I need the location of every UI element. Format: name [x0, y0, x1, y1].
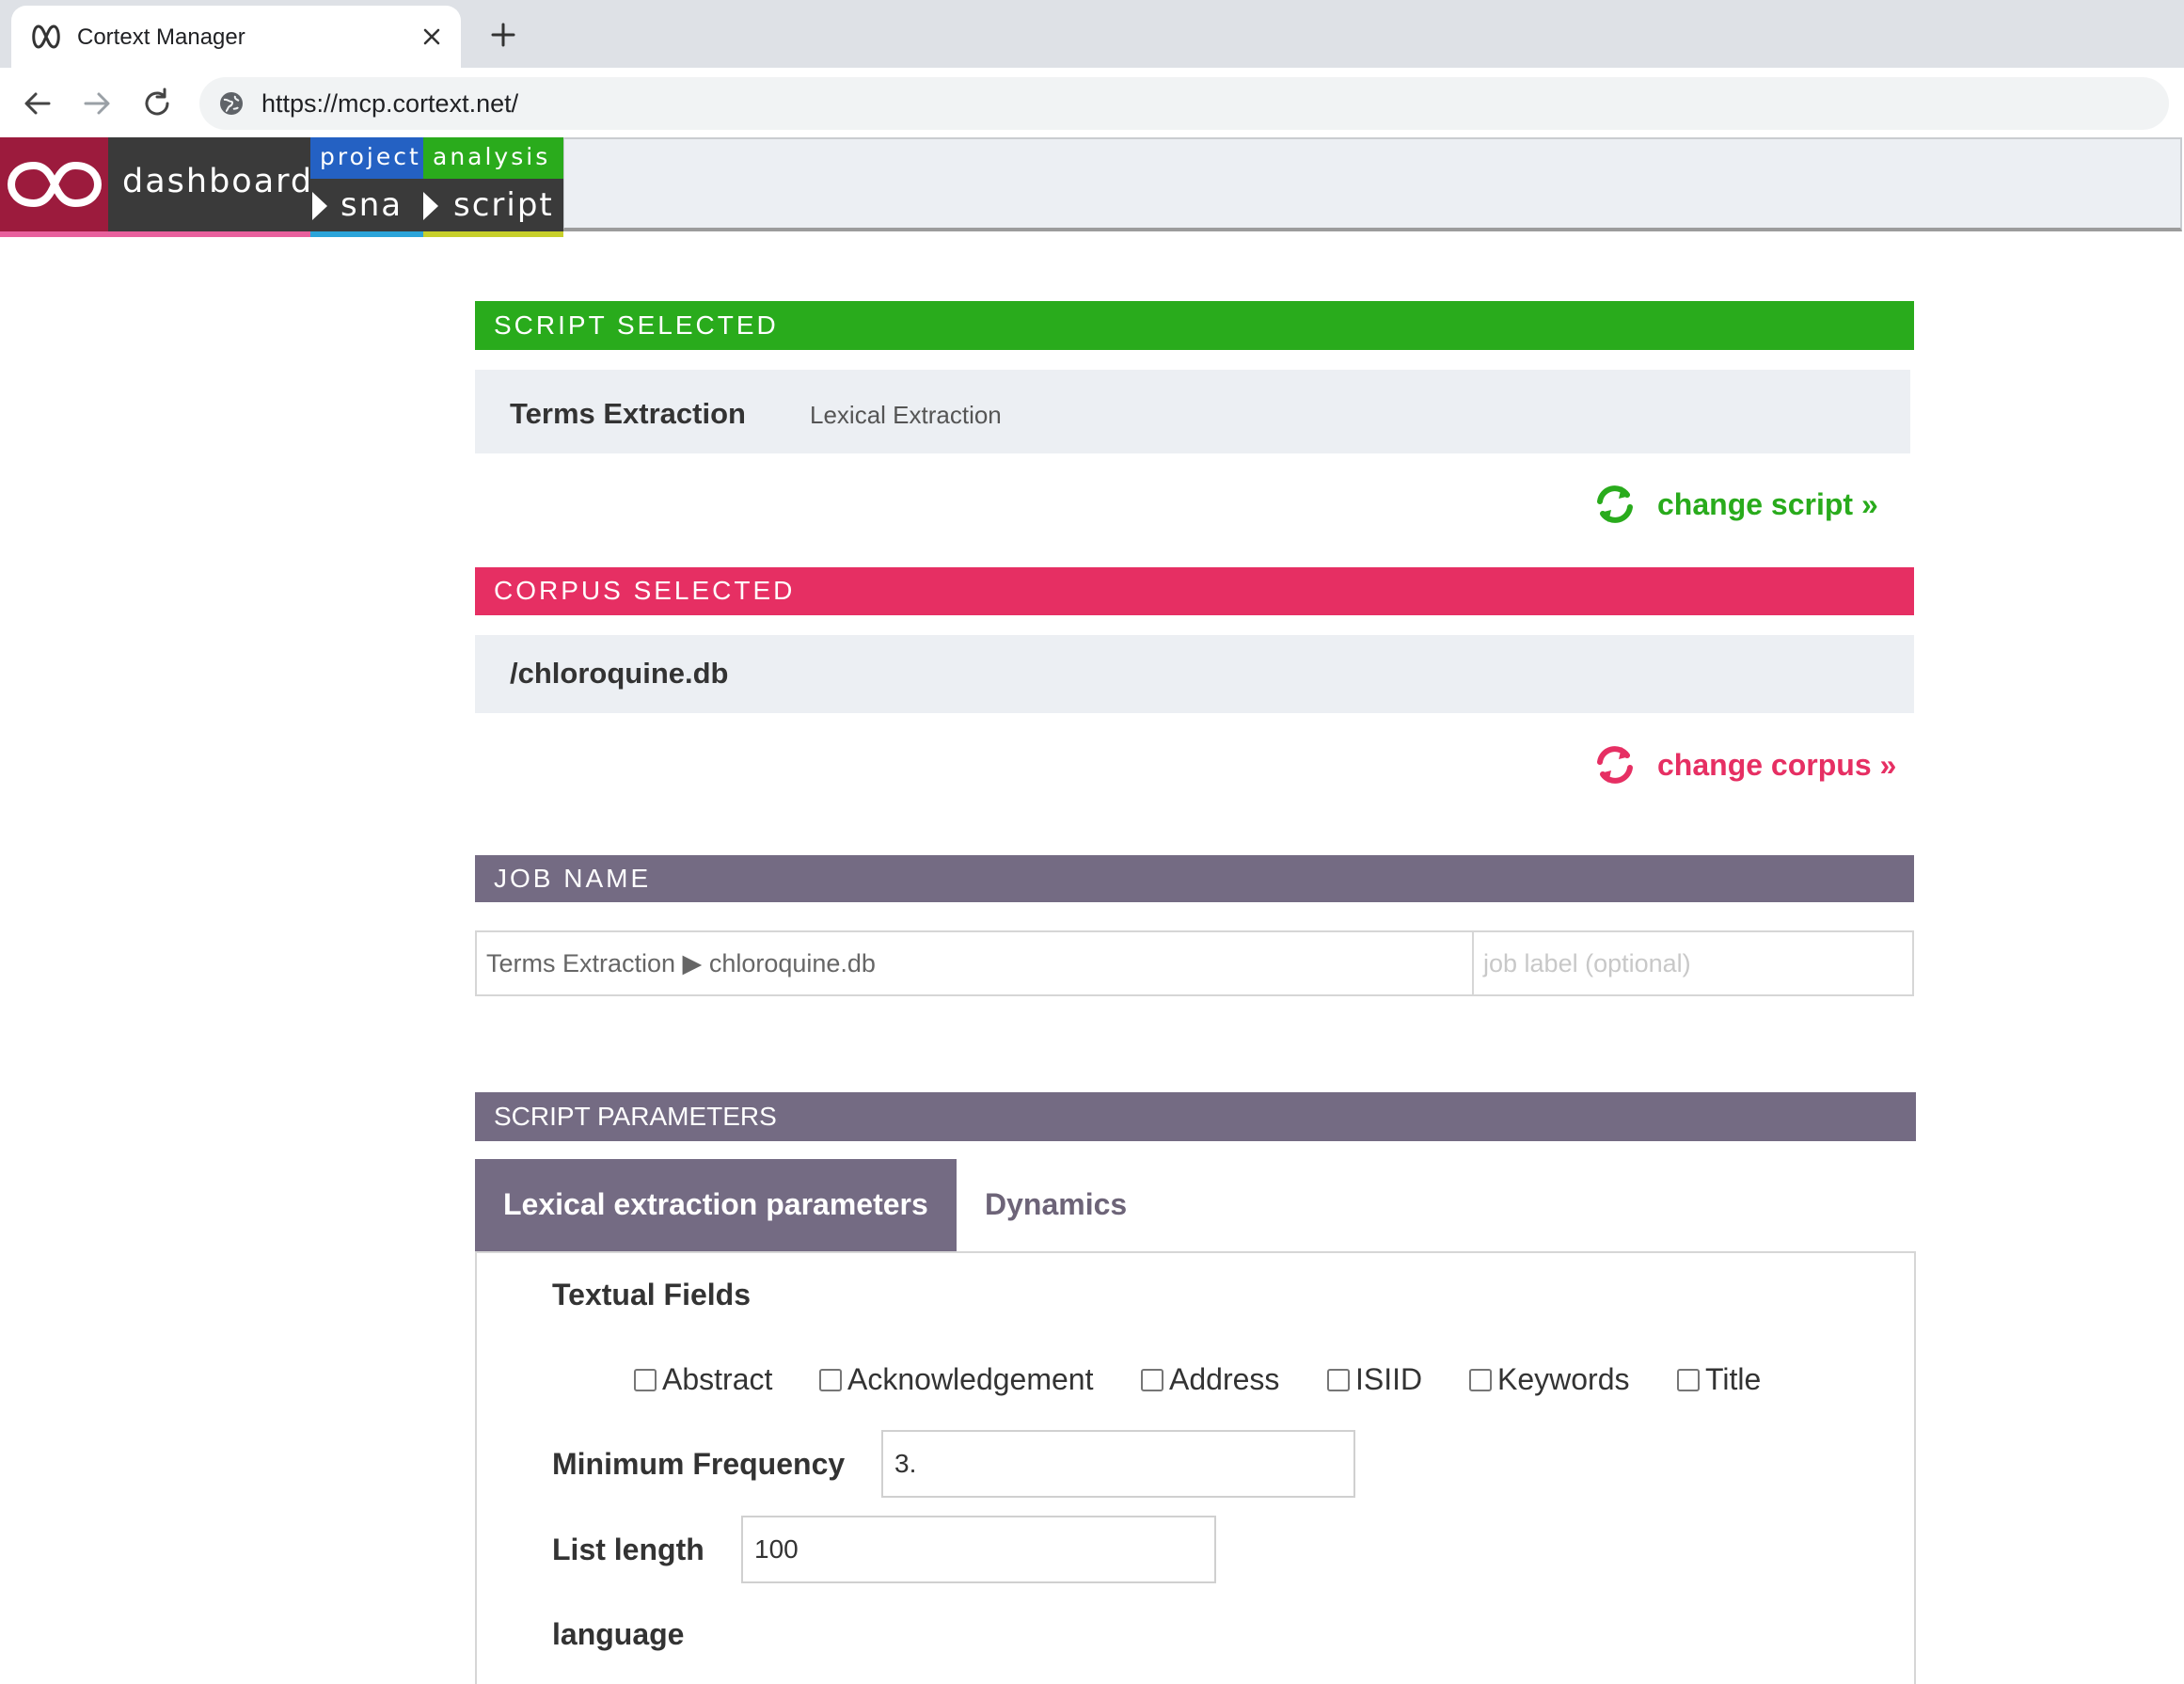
checkbox-box[interactable]: [1469, 1368, 1492, 1391]
change-script-link[interactable]: change script »: [1593, 483, 1878, 526]
checkbox-address[interactable]: Address: [1141, 1362, 1279, 1397]
breadcrumb-analysis-top: analysis: [423, 137, 563, 179]
refresh-icon: [1597, 746, 1633, 784]
script-name: Terms Extraction: [510, 397, 746, 430]
header-background: [562, 137, 2182, 231]
back-arrow-icon[interactable]: [19, 85, 56, 122]
corpus-name: /chloroquine.db: [510, 657, 729, 690]
tab-lexical-extraction-parameters[interactable]: Lexical extraction parameters: [475, 1159, 957, 1251]
job-name-header: JOB NAME: [475, 855, 1914, 902]
breadcrumb-analysis-bottom: script: [423, 179, 563, 231]
cortext-favicon-icon: [32, 24, 60, 49]
corpus-panel: /chloroquine.db: [475, 635, 1914, 713]
script-selected-header: SCRIPT SELECTED: [475, 301, 1914, 350]
checkbox-acknowledgement[interactable]: Acknowledgement: [819, 1362, 1093, 1397]
script-selected-title: SCRIPT SELECTED: [494, 310, 779, 340]
script-panel: Terms Extraction Lexical Extraction: [475, 370, 1910, 453]
checkbox-box[interactable]: [1327, 1368, 1350, 1391]
url-text: https://mcp.cortext.net/: [261, 89, 519, 118]
breadcrumb-analysis-value: script: [453, 186, 554, 224]
browser-toolbar: https://mcp.cortext.net/: [0, 68, 2184, 137]
browser-tab-strip: Cortext Manager: [0, 0, 2184, 68]
checkbox-label: Address: [1169, 1362, 1280, 1396]
breadcrumb-analysis-label: analysis: [433, 143, 551, 170]
corpus-selected-header: CORPUS SELECTED: [475, 567, 1914, 615]
change-corpus-label: change corpus »: [1657, 747, 1897, 782]
reload-icon[interactable]: [138, 85, 176, 122]
address-bar[interactable]: https://mcp.cortext.net/: [199, 77, 2169, 130]
parameter-tabs: Lexical extraction parameters Dynamics: [475, 1159, 1916, 1251]
app-header: dashboard project sna analysis script: [0, 137, 2184, 239]
dashboard-label: dashboard: [122, 163, 314, 200]
list-length-value: 100: [754, 1534, 799, 1564]
breadcrumb-analysis[interactable]: analysis script: [423, 137, 563, 237]
checkbox-box[interactable]: [1677, 1368, 1700, 1391]
checkbox-box[interactable]: [1141, 1368, 1163, 1391]
job-label-placeholder: job label (optional): [1483, 949, 1691, 977]
refresh-icon: [1597, 485, 1633, 523]
change-corpus-link[interactable]: change corpus »: [1593, 743, 1896, 786]
dashboard-link[interactable]: dashboard: [108, 137, 314, 231]
checkbox-label: Title: [1705, 1362, 1762, 1396]
list-length-label: List length: [552, 1533, 704, 1566]
minimum-frequency-value: 3.: [894, 1449, 917, 1478]
breadcrumb-project-label: project: [320, 143, 421, 170]
checkbox-keywords[interactable]: Keywords: [1469, 1362, 1630, 1397]
site-info-icon[interactable]: [218, 90, 245, 117]
textual-fields-label: Textual Fields: [552, 1278, 752, 1311]
checkbox-label: Acknowledgement: [847, 1362, 1094, 1396]
forward-arrow-icon[interactable]: [78, 85, 116, 122]
checkbox-label: ISIID: [1355, 1362, 1423, 1396]
header-strip-pink: [0, 231, 310, 237]
checkbox-abstract[interactable]: Abstract: [634, 1362, 772, 1397]
script-parameters-header: SCRIPT PARAMETERS: [475, 1092, 1916, 1141]
language-label: language: [552, 1617, 685, 1651]
infinity-logo-icon: [8, 161, 102, 208]
breadcrumb-project-bottom: sna: [310, 179, 423, 231]
checkbox-label: Abstract: [662, 1362, 773, 1396]
checkbox-box[interactable]: [819, 1368, 842, 1391]
checkbox-box[interactable]: [634, 1368, 657, 1391]
breadcrumb-project[interactable]: project sna: [310, 137, 423, 237]
browser-tab-title: Cortext Manager: [77, 24, 245, 50]
script-parameters-title: SCRIPT PARAMETERS: [494, 1102, 777, 1131]
play-arrow-icon: [423, 192, 438, 220]
job-label-input[interactable]: job label (optional): [1472, 930, 1914, 996]
list-length-input[interactable]: 100: [741, 1516, 1216, 1583]
change-script-label: change script »: [1657, 486, 1878, 521]
browser-tab[interactable]: Cortext Manager: [11, 6, 461, 68]
script-type: Lexical Extraction: [810, 401, 1002, 429]
breadcrumb-project-top: project: [310, 137, 423, 179]
new-tab-icon[interactable]: [487, 19, 519, 51]
breadcrumb-analysis-strip: [423, 231, 563, 237]
job-name-value: Terms Extraction ▶ chloroquine.db: [486, 949, 876, 977]
cortext-logo[interactable]: [0, 137, 108, 231]
checkbox-label: Keywords: [1497, 1362, 1630, 1396]
minimum-frequency-label: Minimum Frequency: [552, 1447, 846, 1481]
play-arrow-icon: [312, 192, 327, 220]
checkbox-title[interactable]: Title: [1677, 1362, 1761, 1397]
job-name-title: JOB NAME: [494, 864, 652, 893]
job-name-field[interactable]: Terms Extraction ▶ chloroquine.db: [475, 930, 1474, 996]
breadcrumb-project-strip: [310, 231, 423, 237]
close-tab-icon[interactable]: [418, 23, 446, 51]
minimum-frequency-input[interactable]: 3.: [881, 1430, 1355, 1498]
breadcrumb-project-value: sna: [340, 186, 404, 224]
tab-dynamics[interactable]: Dynamics: [985, 1187, 1127, 1222]
checkbox-isiid[interactable]: ISIID: [1327, 1362, 1422, 1397]
corpus-selected-title: CORPUS SELECTED: [494, 576, 796, 605]
tab-lexical-label: Lexical extraction parameters: [503, 1187, 928, 1221]
